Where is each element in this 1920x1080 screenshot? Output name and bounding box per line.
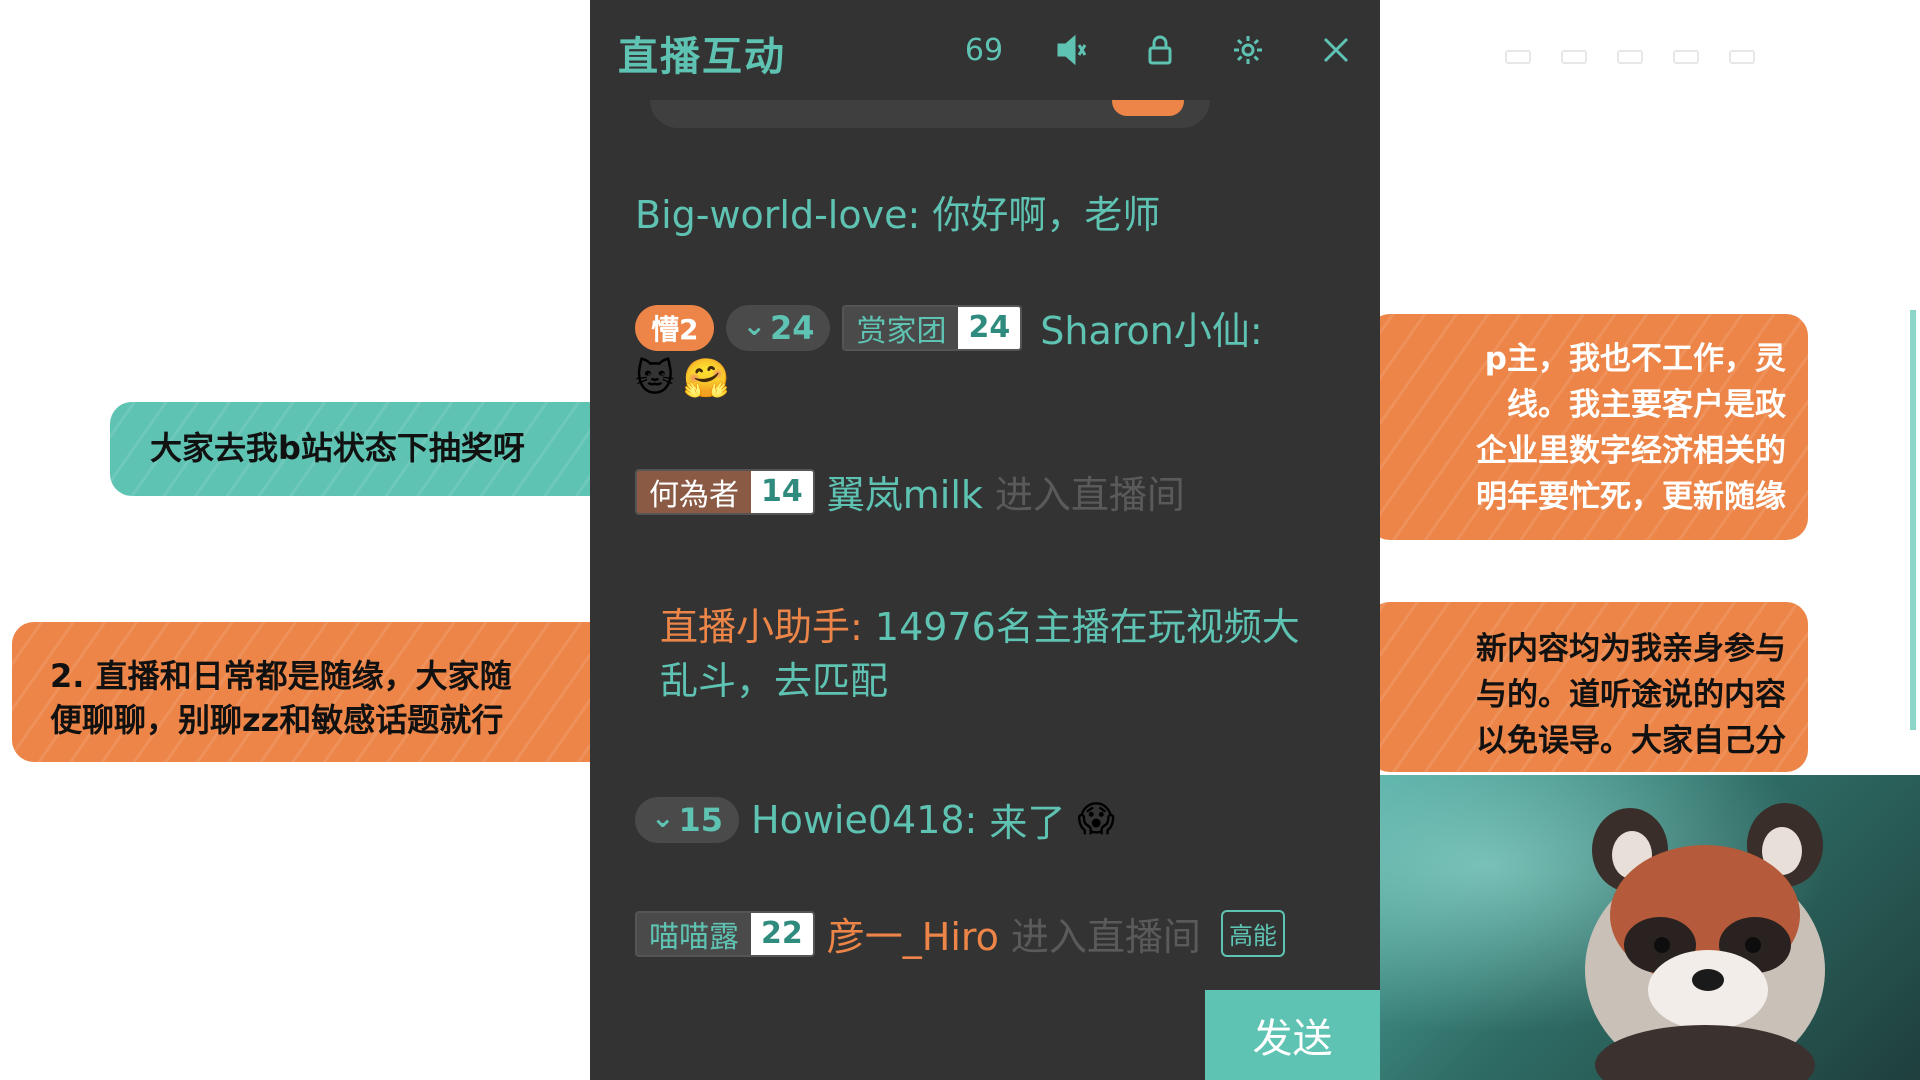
chat-text: 你好啊，老师 — [932, 193, 1161, 237]
chevron-down-icon: ⌄ — [742, 309, 766, 342]
chat-username[interactable]: 彦一_Hiro — [827, 906, 999, 961]
chat-username[interactable]: Howie0418: — [751, 798, 977, 842]
chat-message: 何為者 14 翼岚milk 进入直播间 — [635, 464, 1185, 519]
cat-emoji: 🐱 — [635, 356, 675, 400]
guard-level-badge: ⌄ 24 — [726, 304, 831, 351]
enter-room-text: 进入直播间 — [994, 473, 1185, 517]
high-energy-tag: 高能 — [1220, 910, 1285, 957]
medal-level: 24 — [958, 306, 1021, 349]
chat-emoji-row: 🐱 🤗 — [635, 356, 730, 401]
chat-username[interactable]: Big-world-love: — [635, 193, 920, 237]
toolbar-glyph — [1673, 50, 1699, 64]
intro-line: 企业里数字经济相关的 — [1476, 433, 1786, 469]
scared-emoji: 😱 — [1077, 799, 1115, 840]
intro-line: p主，我也不工作，灵 — [1484, 341, 1786, 377]
toolbar-glyph — [1561, 50, 1587, 64]
intro-line: 明年要忙死，更新随缘 — [1476, 479, 1786, 515]
enter-room-text: 进入直播间 — [1010, 915, 1201, 959]
guard-level-badge: ⌄ 15 — [635, 796, 739, 843]
chat-message: Big-world-love: 你好啊，老师 — [635, 188, 1160, 242]
settings-gear-icon[interactable] — [1228, 30, 1268, 70]
hug-emoji: 🤗 — [682, 356, 730, 400]
webcam-video — [1380, 775, 1920, 1080]
disclaimer-line: 以免误导。大家自己分 — [1476, 723, 1786, 759]
panel-title: 直播互动 — [618, 34, 786, 80]
lottery-sticker: 大家去我b站状态下抽奖呀 — [110, 402, 610, 496]
send-button[interactable]: 发送 — [1205, 990, 1380, 1080]
intro-line: 线。我主要客户是政 — [1507, 387, 1786, 423]
fan-medal: 赏家团 24 — [842, 304, 1023, 351]
close-icon[interactable] — [1316, 30, 1356, 70]
medal-level: 14 — [751, 470, 813, 513]
assistant-label: 直播小助手: — [660, 605, 863, 649]
guard-level: 15 — [678, 800, 723, 839]
medal-level: 22 — [751, 912, 813, 955]
disclaimer-line: 新内容均为我亲身参与 — [1476, 631, 1786, 667]
toolbar-glyph — [1505, 50, 1531, 64]
chat-message: 喵喵露 22 彦一_Hiro 进入直播间 高能 — [635, 906, 1285, 961]
chevron-down-icon: ⌄ — [651, 801, 675, 834]
chat-username[interactable]: Sharon小仙: — [1040, 300, 1262, 355]
lock-icon[interactable] — [1140, 30, 1180, 70]
chat-message: 懵2 ⌄ 24 赏家团 24 Sharon小仙: — [635, 300, 1263, 355]
assistant-message: 直播小助手: 14976名主播在玩视频大乱斗，去匹配 — [660, 600, 1320, 708]
viewer-count: 69 — [964, 32, 1004, 68]
intro-sticker: p主，我也不工作，灵 线。我主要客户是政 企业里数字经济相关的 明年要忙死，更新… — [1368, 314, 1808, 540]
lottery-text: 大家去我b站状态下抽奖呀 — [150, 429, 525, 467]
fan-medal: 何為者 14 — [635, 468, 815, 515]
fan-medal: 喵喵露 22 — [635, 910, 815, 957]
rules-line-2: 便聊聊，别聊zz和敏感话题就行 — [50, 701, 504, 739]
mute-icon[interactable] — [1052, 30, 1092, 70]
fan-badge: 懵2 — [635, 304, 715, 351]
background-toolbar — [1505, 42, 1865, 72]
guard-level: 24 — [769, 308, 815, 347]
toolbar-glyph — [1617, 50, 1643, 64]
background-divider — [1910, 310, 1916, 730]
chat-text: 来了 — [989, 801, 1066, 845]
disclaimer-sticker: 新内容均为我亲身参与 与的。道听途说的内容 以免误导。大家自己分 — [1368, 602, 1808, 772]
live-interaction-panel: 直播互动 69 Big-world-love: 你好啊，老师 懵2 ⌄ 24 赏… — [590, 0, 1380, 1080]
chat-username[interactable]: 翼岚milk — [827, 464, 983, 519]
disclaimer-line: 与的。道听途说的内容 — [1476, 677, 1786, 713]
panel-header: 直播互动 69 — [590, 0, 1380, 100]
chat-message: ⌄ 15 Howie0418: 来了 😱 — [635, 792, 1115, 847]
medal-name: 赏家团 — [844, 306, 959, 349]
medal-name: 何為者 — [637, 470, 751, 513]
red-panda-avatar-image — [1585, 803, 1825, 1080]
rules-line-1: 2. 直播和日常都是随缘，大家随 — [50, 657, 512, 695]
toolbar-glyph — [1729, 50, 1755, 64]
rules-sticker: 2. 直播和日常都是随缘，大家随 便聊聊，别聊zz和敏感话题就行 — [12, 622, 612, 762]
medal-name: 喵喵露 — [637, 912, 751, 955]
